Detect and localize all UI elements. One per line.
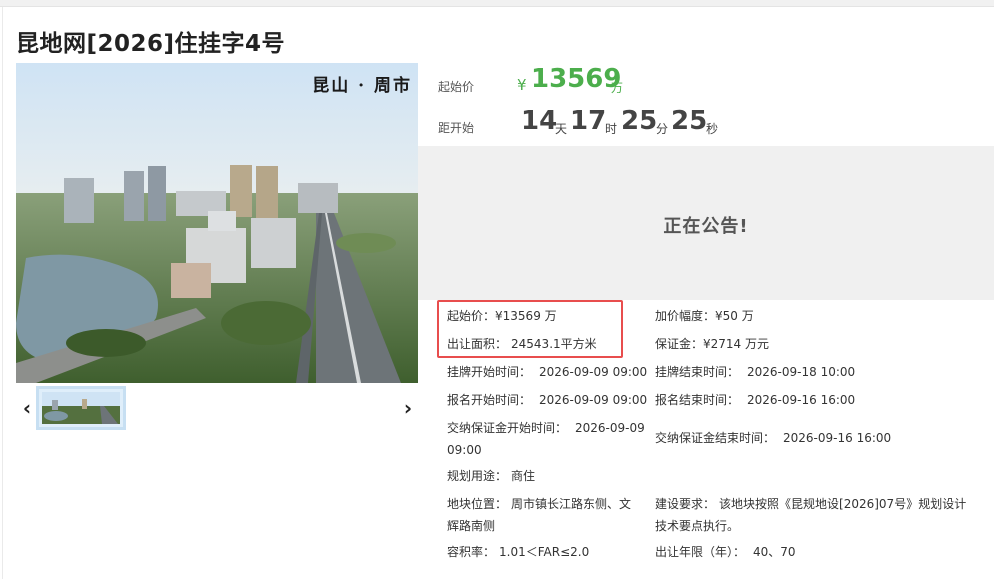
detail-value: 2026-09-16 16:00 <box>747 393 856 407</box>
detail-area: 出让面积： 24543.1平方米 <box>447 333 597 355</box>
detail-label: 出让年限（年）： <box>655 545 746 559</box>
countdown-seconds: 25 <box>671 106 708 136</box>
detail-value-line2: 09:00 <box>447 443 482 457</box>
top-rule <box>0 0 994 7</box>
detail-value: 周市镇长江路东侧、文 <box>511 497 632 511</box>
detail-value: 40、70 <box>753 545 796 559</box>
detail-usage: 规划用途： 商住 <box>447 465 535 487</box>
detail-value: 2026-09-09 09:00 <box>539 365 648 379</box>
detail-value: ¥13569 万 <box>495 309 557 323</box>
detail-start-price: 起始价：¥13569 万 <box>447 305 557 327</box>
detail-value: 该地块按照《昆规地设[2026]07号》规划设计 <box>719 497 967 511</box>
detail-deposit-start: 交纳保证金开始时间： 2026-09-09 09:00 <box>447 417 647 461</box>
countdown-seconds-unit: 秒 <box>706 122 719 136</box>
location-watermark: 昆山 · 周市 <box>312 76 412 96</box>
detail-label: 建设要求： <box>655 497 716 511</box>
detail-value: 2026-09-09 09:00 <box>539 393 648 407</box>
detail-value-line2: 辉路南侧 <box>447 519 496 533</box>
countdown-minutes: 25 <box>621 106 658 136</box>
detail-far: 容积率： 1.01＜FAR≤2.0 <box>447 541 589 563</box>
aerial-view-illustration <box>16 63 418 383</box>
detail-signup-start: 报名开始时间： 2026-09-09 09:00 <box>447 389 647 411</box>
detail-label: 规划用途： <box>447 469 508 483</box>
detail-label: 出让面积： <box>447 337 508 351</box>
detail-label: 挂牌结束时间： <box>655 365 740 379</box>
detail-years: 出让年限（年）： 40、70 <box>655 541 796 563</box>
detail-label: 交纳保证金结束时间： <box>655 431 776 445</box>
detail-listing-start: 挂牌开始时间： 2026-09-09 09:00 <box>447 361 647 383</box>
detail-location: 地块位置： 周市镇长江路东侧、文 辉路南侧 <box>447 493 647 537</box>
detail-label: 地块位置： <box>447 497 508 511</box>
detail-signup-end: 报名结束时间： 2026-09-16 16:00 <box>655 389 855 411</box>
detail-increment: 加价幅度：¥50 万 <box>655 305 754 327</box>
detail-label: 交纳保证金开始时间： <box>447 421 568 435</box>
detail-value: 1.01＜FAR≤2.0 <box>499 545 590 559</box>
image-thumbnail[interactable] <box>36 386 126 430</box>
next-image-button[interactable]: › <box>401 396 415 420</box>
countdown-minutes-unit: 分 <box>656 122 669 136</box>
detail-label: 报名结束时间： <box>655 393 740 407</box>
notice-banner: 正在公告! <box>418 146 994 300</box>
detail-label: 起始价： <box>447 309 496 323</box>
detail-listing-end: 挂牌结束时间： 2026-09-18 10:00 <box>655 361 855 383</box>
detail-value: 2026-09-09 <box>575 421 645 435</box>
countdown-days: 14 <box>521 106 558 136</box>
detail-value-line2: 技术要点执行。 <box>655 519 740 533</box>
detail-value: 2026-09-16 16:00 <box>783 431 892 445</box>
detail-value: 24543.1平方米 <box>511 337 597 351</box>
page-title: 昆地网[2026]住挂字4号 <box>16 31 286 57</box>
chevron-left-icon: ‹ <box>22 396 32 420</box>
detail-deposit-end: 交纳保证金结束时间： 2026-09-16 16:00 <box>655 427 891 449</box>
price-currency: ¥ <box>517 76 527 94</box>
countdown-days-unit: 天 <box>555 122 568 136</box>
countdown-label: 距开始 <box>438 121 475 135</box>
chevron-right-icon: › <box>403 396 413 420</box>
detail-label: 容积率： <box>447 545 496 559</box>
detail-label: 加价幅度： <box>655 309 716 323</box>
detail-deposit: 保证金：¥2714 万元 <box>655 333 769 355</box>
price-value: 13569 <box>531 64 622 94</box>
detail-value: 商住 <box>511 469 536 483</box>
detail-value: 2026-09-18 10:00 <box>747 365 856 379</box>
detail-label: 报名开始时间： <box>447 393 532 407</box>
notice-text: 正在公告! <box>663 216 749 237</box>
thumbnail-illustration <box>42 392 120 424</box>
countdown-hours-unit: 时 <box>605 122 618 136</box>
detail-requirement: 建设要求： 该地块按照《昆规地设[2026]07号》规划设计 技术要点执行。 <box>655 493 975 537</box>
land-photo[interactable]: 昆山 · 周市 <box>16 63 418 383</box>
detail-label: 保证金： <box>655 337 704 351</box>
detail-label: 挂牌开始时间： <box>447 365 532 379</box>
countdown-hours: 17 <box>570 106 607 136</box>
price-label: 起始价 <box>438 80 475 94</box>
prev-image-button[interactable]: ‹ <box>20 396 34 420</box>
detail-value: ¥50 万 <box>715 309 754 323</box>
detail-value: ¥2714 万元 <box>703 337 770 351</box>
price-unit: 万 <box>611 81 624 95</box>
